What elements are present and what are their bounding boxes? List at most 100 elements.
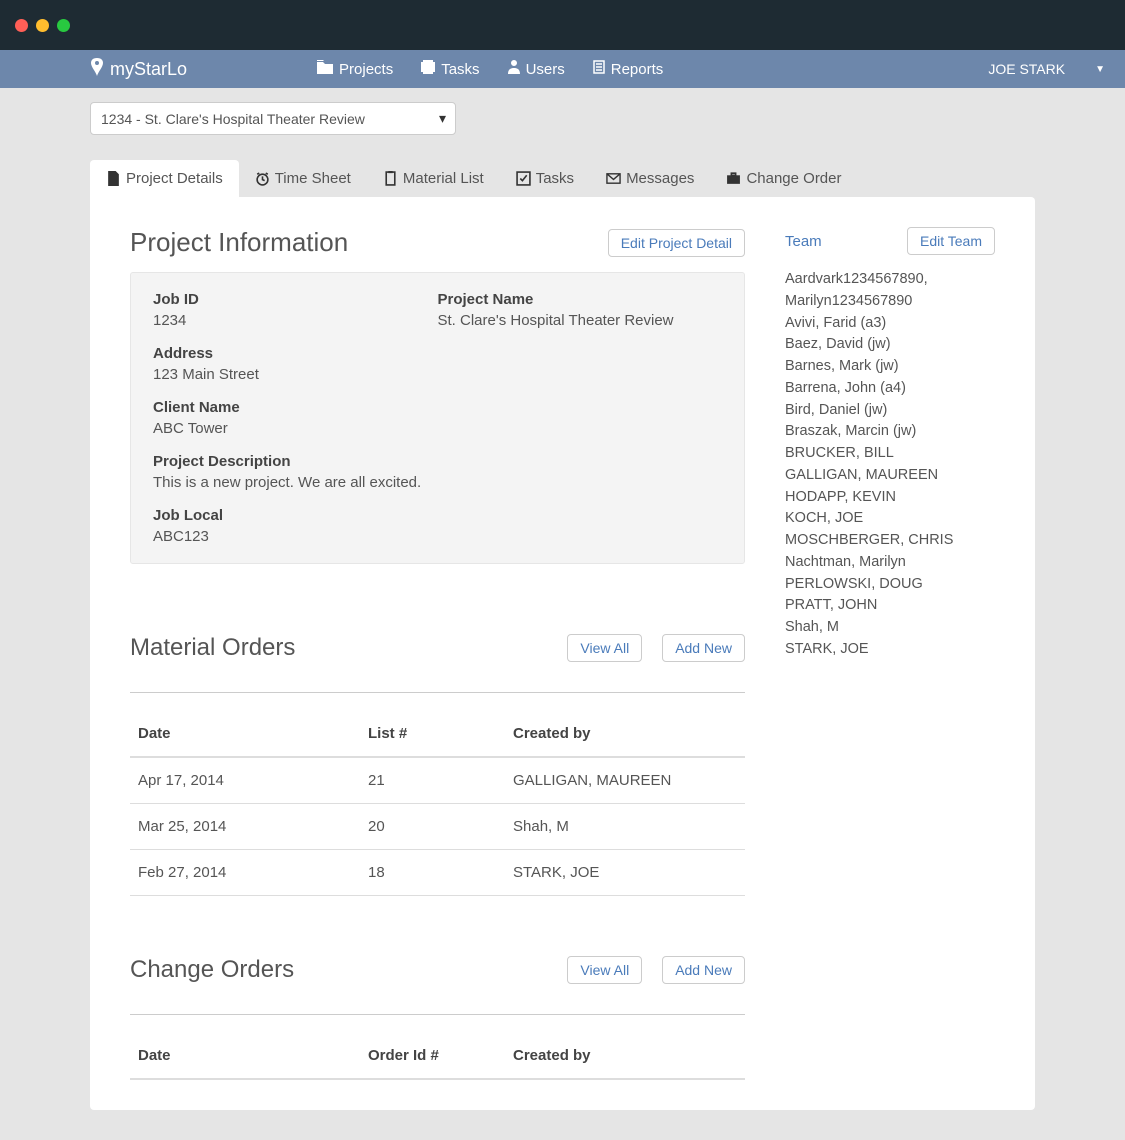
project-name-label: Project Name: [438, 291, 723, 308]
team-member: MOSCHBERGER, CHRIS: [785, 530, 995, 552]
team-title: Team: [785, 233, 822, 250]
td-list: 21: [368, 772, 513, 789]
brand[interactable]: myStarLo: [90, 58, 187, 81]
team-member: PERLOWSKI, DOUG: [785, 574, 995, 596]
team-member: Barrena, John (a4): [785, 378, 995, 400]
th-date: Date: [138, 725, 368, 742]
user-icon: [508, 60, 520, 78]
td-date: Feb 27, 2014: [138, 864, 368, 881]
td-createdby: Shah, M: [513, 818, 737, 835]
folder-icon: [317, 60, 333, 78]
clock-icon: [255, 171, 270, 186]
tab-change-order[interactable]: Change Order: [710, 160, 857, 197]
team-member: PRATT, JOHN: [785, 595, 995, 617]
nav-users-label: Users: [526, 61, 565, 78]
nav-projects-label: Projects: [339, 61, 393, 78]
file-icon: [106, 171, 121, 186]
tab-time-sheet-label: Time Sheet: [275, 170, 351, 187]
tab-messages-label: Messages: [626, 170, 694, 187]
caret-down-icon: ▼: [1095, 64, 1105, 75]
td-createdby: GALLIGAN, MAUREEN: [513, 772, 737, 789]
navbar: myStarLo Projects Tasks Users Reports JO…: [0, 50, 1125, 88]
team-member: Baez, David (jw): [785, 334, 995, 356]
td-createdby: STARK, JOE: [513, 864, 737, 881]
check-icon: [421, 60, 435, 78]
divider: [130, 1014, 745, 1015]
nav-reports[interactable]: Reports: [593, 60, 664, 78]
tab-messages[interactable]: Messages: [590, 160, 710, 197]
project-name-value: St. Clare's Hospital Theater Review: [438, 312, 723, 329]
table-row[interactable]: Apr 17, 201421GALLIGAN, MAUREEN: [130, 758, 745, 804]
edit-team-button[interactable]: Edit Team: [907, 227, 995, 255]
project-select[interactable]: 1234 - St. Clare's Hospital Theater Revi…: [90, 102, 456, 135]
project-info-title: Project Information: [130, 227, 348, 258]
material-add-new-button[interactable]: Add New: [662, 634, 745, 662]
team-member: GALLIGAN, MAUREEN: [785, 465, 995, 487]
table-row[interactable]: Feb 27, 201418STARK, JOE: [130, 850, 745, 896]
brand-label: myStarLo: [110, 59, 187, 80]
client-name-value: ABC Tower: [153, 420, 722, 437]
material-view-all-button[interactable]: View All: [567, 634, 642, 662]
material-table-head: Date List # Created by: [130, 711, 745, 758]
tab-tasks-label: Tasks: [536, 170, 574, 187]
change-view-all-button[interactable]: View All: [567, 956, 642, 984]
team-member: Nachtman, Marilyn: [785, 552, 995, 574]
address-value: 123 Main Street: [153, 366, 722, 383]
nav-projects[interactable]: Projects: [317, 60, 393, 78]
envelope-icon: [606, 171, 621, 186]
team-member: Barnes, Mark (jw): [785, 356, 995, 378]
address-label: Address: [153, 345, 722, 362]
team-member: Aardvark1234567890, Marilyn1234567890: [785, 269, 995, 313]
job-id-label: Job ID: [153, 291, 438, 308]
nav-links: Projects Tasks Users Reports: [317, 60, 663, 78]
checklist-icon: [516, 171, 531, 186]
description-label: Project Description: [153, 453, 722, 470]
nav-tasks[interactable]: Tasks: [421, 60, 479, 78]
tab-material-list[interactable]: Material List: [367, 160, 500, 197]
description-value: This is a new project. We are all excite…: [153, 474, 722, 491]
panel: Project Information Edit Project Detail …: [90, 197, 1035, 1110]
team-member: Avivi, Farid (a3): [785, 313, 995, 335]
report-icon: [593, 60, 605, 78]
team-member: Bird, Daniel (jw): [785, 400, 995, 422]
change-table-head: Date Order Id # Created by: [130, 1033, 745, 1080]
team-member: HODAPP, KEVIN: [785, 487, 995, 509]
team-member: Shah, M: [785, 617, 995, 639]
th-createdby: Created by: [513, 725, 737, 742]
change-add-new-button[interactable]: Add New: [662, 956, 745, 984]
panel-side: Team Edit Team Aardvark1234567890, Maril…: [785, 227, 995, 1080]
window-close-button[interactable]: [15, 19, 28, 32]
td-list: 18: [368, 864, 513, 881]
team-list: Aardvark1234567890, Marilyn1234567890Avi…: [785, 269, 995, 661]
briefcase-icon: [726, 171, 741, 186]
edit-project-button[interactable]: Edit Project Detail: [608, 229, 745, 257]
client-name-label: Client Name: [153, 399, 722, 416]
td-date: Mar 25, 2014: [138, 818, 368, 835]
window-maximize-button[interactable]: [57, 19, 70, 32]
window-minimize-button[interactable]: [36, 19, 49, 32]
team-member: Braszak, Marcin (jw): [785, 421, 995, 443]
th-createdby: Created by: [513, 1047, 737, 1064]
team-member: BRUCKER, BILL: [785, 443, 995, 465]
table-row[interactable]: Mar 25, 201420Shah, M: [130, 804, 745, 850]
th-orderid: Order Id #: [368, 1047, 513, 1064]
project-info-box: Job ID 1234 Project Name St. Clare's Hos…: [130, 272, 745, 564]
nav-user-menu[interactable]: JOE STARK ▼: [988, 61, 1105, 77]
tab-time-sheet[interactable]: Time Sheet: [239, 160, 367, 197]
team-member: KOCH, JOE: [785, 508, 995, 530]
nav-users[interactable]: Users: [508, 60, 565, 78]
tab-project-details[interactable]: Project Details: [90, 160, 239, 197]
tab-project-details-label: Project Details: [126, 170, 223, 187]
change-orders-title: Change Orders: [130, 956, 294, 984]
material-orders-title: Material Orders: [130, 634, 295, 662]
tab-material-list-label: Material List: [403, 170, 484, 187]
nav-reports-label: Reports: [611, 61, 664, 78]
job-id-value: 1234: [153, 312, 438, 329]
team-member: STARK, JOE: [785, 639, 995, 661]
th-date: Date: [138, 1047, 368, 1064]
divider: [130, 692, 745, 693]
clipboard-icon: [383, 171, 398, 186]
brand-icon: [90, 58, 104, 81]
job-local-label: Job Local: [153, 507, 722, 524]
tab-tasks[interactable]: Tasks: [500, 160, 590, 197]
